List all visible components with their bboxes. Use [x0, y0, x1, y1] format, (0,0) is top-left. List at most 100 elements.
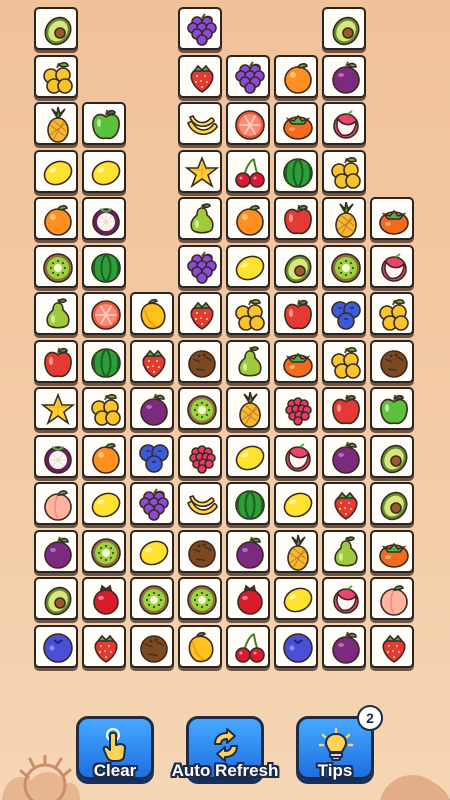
tile-strawberry[interactable] — [130, 339, 174, 383]
tile-lychee[interactable] — [322, 102, 366, 145]
tile-blueberries[interactable] — [322, 292, 366, 335]
tile-peach[interactable] — [34, 482, 78, 525]
tile-green-apple[interactable] — [82, 102, 126, 145]
tile-pineapple[interactable] — [34, 102, 78, 145]
tile-kiwi[interactable] — [178, 577, 222, 620]
tile-lychee[interactable] — [370, 244, 414, 288]
tile-watermelon[interactable] — [226, 482, 270, 525]
tile-orange[interactable] — [226, 197, 270, 240]
tile-avocado[interactable] — [370, 434, 414, 478]
tile-apple[interactable] — [274, 197, 318, 240]
tile-strawberry[interactable] — [178, 292, 222, 335]
tile-plum[interactable] — [322, 54, 366, 98]
tile-strawberry[interactable] — [322, 482, 366, 525]
tips-button[interactable]: 2 Tips — [296, 705, 383, 780]
tile-lemon[interactable] — [274, 577, 318, 620]
tile-pomegranate[interactable] — [82, 577, 126, 620]
tile-pear[interactable] — [226, 339, 270, 383]
tile-mango[interactable] — [130, 292, 174, 335]
tile-orange[interactable] — [34, 197, 78, 240]
tile-coconut[interactable] — [178, 529, 222, 573]
tile-lemon[interactable] — [274, 482, 318, 525]
tile-pomegranate[interactable] — [226, 577, 270, 620]
tile-lemon[interactable] — [82, 482, 126, 525]
tile-avocado[interactable] — [370, 482, 414, 525]
tile-kiwi[interactable] — [34, 244, 78, 288]
tile-orange[interactable] — [274, 54, 318, 98]
tile-coconut[interactable] — [130, 624, 174, 668]
tile-avocado[interactable] — [274, 244, 318, 288]
tile-pear[interactable] — [178, 197, 222, 240]
tile-yellow-plum[interactable] — [370, 292, 414, 335]
tile-avocado[interactable] — [34, 577, 78, 620]
tile-coconut[interactable] — [370, 339, 414, 383]
tile-blueberry[interactable] — [274, 624, 318, 668]
tile-pineapple[interactable] — [226, 387, 270, 430]
tile-strawberry[interactable] — [370, 624, 414, 668]
clear-button[interactable]: Clear — [76, 716, 154, 780]
tile-banana[interactable] — [178, 102, 222, 145]
tile-raspberry[interactable] — [178, 434, 222, 478]
tile-plum[interactable] — [322, 624, 366, 668]
tile-persimmon[interactable] — [370, 197, 414, 240]
tile-lemon[interactable] — [130, 529, 174, 573]
tile-coconut[interactable] — [178, 339, 222, 383]
tile-avocado[interactable] — [34, 7, 78, 50]
tile-pineapple[interactable] — [274, 529, 318, 573]
tile-persimmon[interactable] — [274, 102, 318, 145]
tile-yellow-plum[interactable] — [322, 339, 366, 383]
tile-yellow-plum[interactable] — [34, 54, 78, 98]
tile-green-apple[interactable] — [370, 387, 414, 430]
tile-grapefruit[interactable] — [226, 102, 270, 145]
tile-yellow-plum[interactable] — [322, 149, 366, 193]
tile-cherries[interactable] — [226, 624, 270, 668]
tile-kiwi[interactable] — [178, 387, 222, 430]
tile-plum[interactable] — [226, 529, 270, 573]
auto-refresh-button[interactable]: Auto Refresh — [172, 716, 278, 780]
tile-plum[interactable] — [130, 387, 174, 430]
tile-pear[interactable] — [322, 529, 366, 573]
tile-persimmon[interactable] — [370, 529, 414, 573]
tile-lychee[interactable] — [274, 434, 318, 478]
tile-lemon[interactable] — [34, 149, 78, 193]
tile-pineapple[interactable] — [322, 197, 366, 240]
tile-persimmon[interactable] — [274, 339, 318, 383]
tile-grapes[interactable] — [226, 54, 270, 98]
tile-pear[interactable] — [34, 292, 78, 335]
tile-yellow-plum[interactable] — [226, 292, 270, 335]
tile-kiwi[interactable] — [130, 577, 174, 620]
tile-starfruit[interactable] — [178, 149, 222, 193]
tile-starfruit[interactable] — [34, 387, 78, 430]
tile-blueberries[interactable] — [130, 434, 174, 478]
tile-grapes[interactable] — [178, 7, 222, 50]
tile-plum[interactable] — [322, 434, 366, 478]
tile-mangosteen[interactable] — [82, 197, 126, 240]
tile-orange[interactable] — [82, 434, 126, 478]
tile-apple[interactable] — [34, 339, 78, 383]
tile-peach[interactable] — [370, 577, 414, 620]
tile-strawberry[interactable] — [178, 54, 222, 98]
tile-cherries[interactable] — [226, 149, 270, 193]
tile-grapefruit[interactable] — [82, 292, 126, 335]
tile-mango[interactable] — [178, 624, 222, 668]
tile-lemon[interactable] — [82, 149, 126, 193]
tile-watermelon[interactable] — [82, 244, 126, 288]
tile-watermelon[interactable] — [82, 339, 126, 383]
tile-lemon[interactable] — [226, 434, 270, 478]
tile-raspberry[interactable] — [274, 387, 318, 430]
tile-mangosteen[interactable] — [34, 434, 78, 478]
tile-apple[interactable] — [274, 292, 318, 335]
tile-lychee[interactable] — [322, 577, 366, 620]
tile-lemon[interactable] — [226, 244, 270, 288]
tile-strawberry[interactable] — [82, 624, 126, 668]
tile-blueberry[interactable] — [34, 624, 78, 668]
tile-plum[interactable] — [34, 529, 78, 573]
tile-grapes[interactable] — [178, 244, 222, 288]
tile-kiwi[interactable] — [322, 244, 366, 288]
tile-avocado[interactable] — [322, 7, 366, 50]
tile-kiwi[interactable] — [82, 529, 126, 573]
tile-apple[interactable] — [322, 387, 366, 430]
tile-yellow-plum[interactable] — [82, 387, 126, 430]
tile-grapes[interactable] — [130, 482, 174, 525]
tile-watermelon[interactable] — [274, 149, 318, 193]
